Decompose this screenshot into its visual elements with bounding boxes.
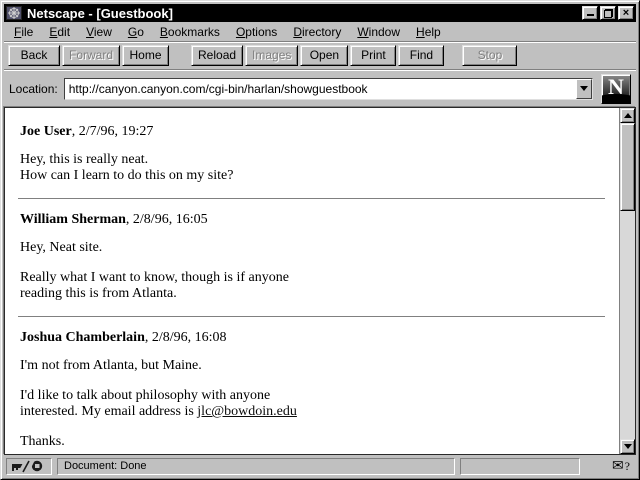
statusbar: Document: Done ✉ ? [4,455,636,476]
close-button[interactable]: × [618,6,634,20]
menu-view[interactable]: View [78,23,120,41]
minimize-icon [587,14,594,16]
entry-datetime: , 2/7/96, 19:27 [72,124,154,139]
minimize-button[interactable] [582,6,598,20]
entry-author: William Sherman [20,212,126,227]
status-message: Document: Done [57,458,455,475]
netscape-n: N [608,75,624,99]
restore-icon [604,9,613,18]
entry-datetime: , 2/8/96, 16:05 [126,212,208,227]
netscape-logo[interactable]: N [601,74,631,104]
images-button: Images [245,45,298,66]
menu-help[interactable]: Help [408,23,449,41]
guestbook-page: Joe User, 2/7/96, 19:27 Hey, this is rea… [5,108,619,454]
menu-options[interactable]: Options [228,23,285,41]
entry-author: Joshua Chamberlain [20,330,145,345]
email-link[interactable]: jlc@bowdoin.edu [197,404,297,419]
entry-author: Joe User [20,124,72,139]
browser-window: Netscape - [Guestbook] × File Edit View … [0,0,640,480]
titlebar: Netscape - [Guestbook] × [4,4,636,22]
entry-divider [18,198,605,200]
back-button[interactable]: Back [8,45,60,66]
toolbar: Back Forward Home Reload Images Open Pri… [4,42,636,70]
open-button[interactable]: Open [300,45,348,66]
menu-edit[interactable]: Edit [41,23,78,41]
entry-message: Thanks. [20,434,609,450]
arrow-up-icon [624,113,632,118]
scrollbar-track[interactable] [620,211,635,439]
netscape-app-icon[interactable] [6,6,22,20]
location-field [64,78,593,100]
location-dropdown-button[interactable] [576,79,592,99]
scrollbar-down-button[interactable] [620,439,635,454]
entry-divider [18,316,605,318]
broken-key-icon [10,460,48,473]
menu-directory[interactable]: Directory [285,23,349,41]
restore-button[interactable] [600,6,616,20]
location-row: Location: N [4,70,636,107]
vertical-scrollbar[interactable] [619,108,635,454]
guestbook-entry: William Sherman, 2/8/96, 16:05 Hey, Neat… [20,212,609,302]
menu-file[interactable]: File [6,23,41,41]
arrow-down-icon [624,444,632,449]
entry-message: Hey, Neat site. [20,240,609,256]
menu-go[interactable]: Go [120,23,152,41]
guestbook-entry: Joe User, 2/7/96, 19:27 Hey, this is rea… [20,124,609,184]
menubar: File Edit View Go Bookmarks Options Dire… [4,22,636,42]
reload-button[interactable]: Reload [191,45,243,66]
entry-header: Joshua Chamberlain, 2/8/96, 16:08 [20,330,609,346]
guestbook-entry: Joshua Chamberlain, 2/8/96, 16:08 I'm no… [20,330,609,450]
close-icon: × [623,8,629,18]
window-title: Netscape - [Guestbook] [27,6,580,21]
security-panel [6,458,52,475]
location-label: Location: [9,82,58,96]
location-input[interactable] [65,79,576,99]
stop-button: Stop [462,45,517,66]
entry-message: Hey, this is really neat. How can I lear… [20,152,609,184]
chevron-down-icon [580,86,588,91]
mail-unknown-icon: ? [625,459,630,474]
scrollbar-thumb[interactable] [620,123,635,211]
content-area: Joe User, 2/7/96, 19:27 Hey, this is rea… [4,107,636,455]
scrollbar-up-button[interactable] [620,108,635,123]
menu-bookmarks[interactable]: Bookmarks [152,23,228,41]
entry-message: I'd like to talk about philosophy with a… [20,388,609,420]
forward-button: Forward [62,45,120,66]
entry-header: William Sherman, 2/8/96, 16:05 [20,212,609,228]
entry-message: Really what I want to know, though is if… [20,270,609,302]
progress-bar [460,458,580,475]
ship-wheel-icon [8,7,20,19]
entry-header: Joe User, 2/7/96, 19:27 [20,124,609,140]
home-button[interactable]: Home [122,45,169,66]
print-button[interactable]: Print [350,45,396,66]
menu-window[interactable]: Window [349,23,408,41]
mail-status[interactable]: ✉ ? [612,459,634,474]
entry-datetime: , 2/8/96, 16:08 [145,330,227,345]
entry-message: I'm not from Atlanta, but Maine. [20,358,609,374]
mail-icon: ✉ [612,459,624,473]
find-button[interactable]: Find [398,45,444,66]
